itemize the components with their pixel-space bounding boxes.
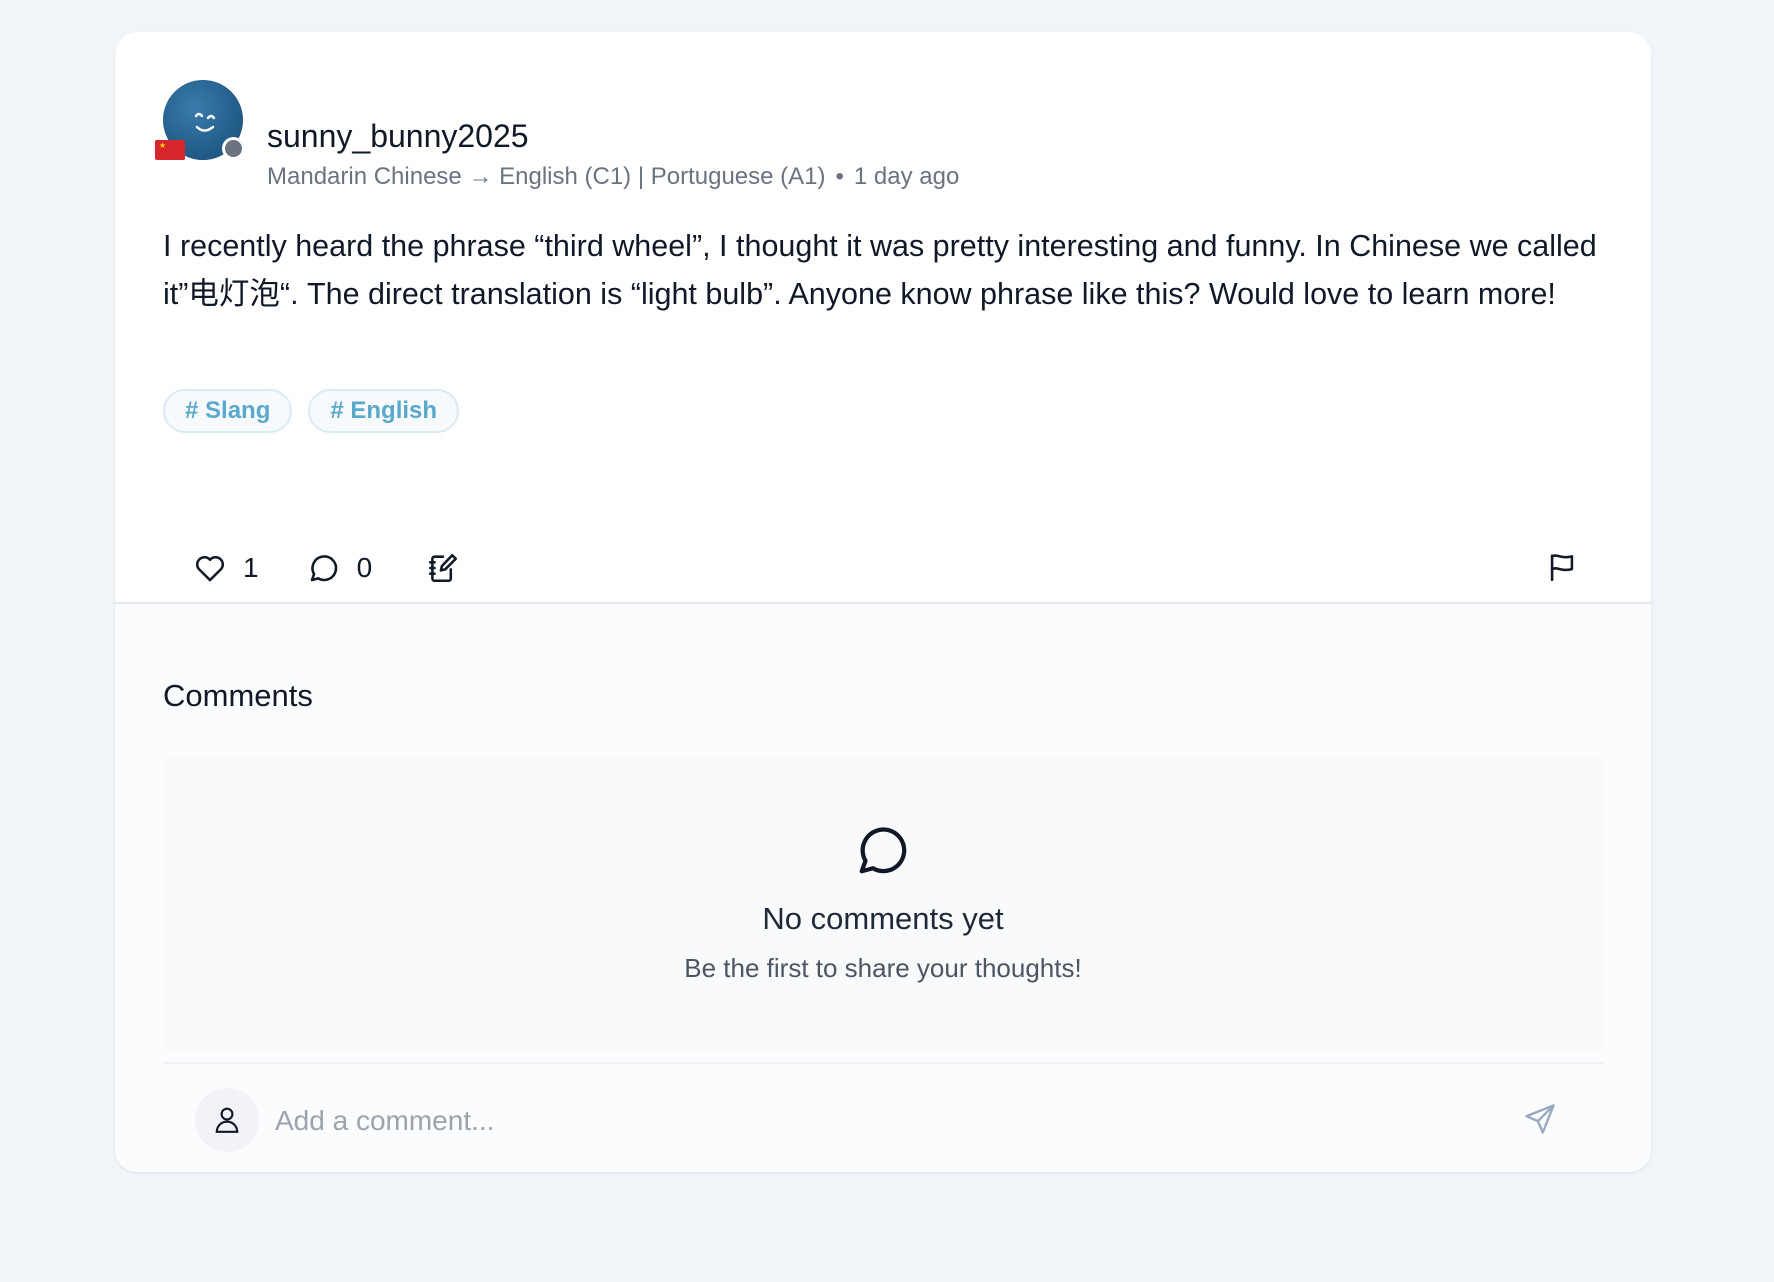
comment-bubble-icon — [859, 827, 907, 874]
comments-section: Comments No comments yet Be the first to… — [115, 602, 1651, 1172]
empty-comments-title: No comments yet — [762, 901, 1004, 936]
comment-count: 0 — [356, 552, 373, 583]
author-avatar-wrap[interactable]: ★ — [155, 80, 245, 160]
send-icon — [1525, 1104, 1555, 1134]
comment-button[interactable]: 0 — [307, 544, 373, 592]
post-card: ★ sunny_bunny2025 Mandarin Chinese → Eng… — [115, 32, 1651, 1172]
empty-comments-subtitle: Be the first to share your thoughts! — [684, 953, 1082, 983]
current-user-avatar — [195, 1088, 259, 1152]
like-button[interactable]: 1 — [193, 544, 259, 592]
language-info: Mandarin Chinese → English (C1) | Portug… — [267, 163, 826, 190]
send-button[interactable] — [1523, 1102, 1557, 1141]
post-meta: Mandarin Chinese → English (C1) | Portug… — [267, 162, 959, 192]
report-button[interactable] — [1545, 550, 1579, 589]
flag-icon — [1550, 554, 1574, 582]
online-status-dot — [222, 137, 245, 160]
user-icon — [215, 1107, 239, 1133]
heart-icon — [196, 555, 224, 582]
empty-comments-state: No comments yet Be the first to share yo… — [163, 754, 1603, 1054]
notebook-edit-icon — [429, 553, 458, 583]
tag-slang[interactable]: # Slang — [163, 389, 293, 433]
tag-english[interactable]: # English — [308, 389, 460, 433]
like-count: 1 — [243, 552, 259, 583]
post-time: 1 day ago — [853, 163, 960, 190]
tag-list: # Slang # English — [163, 389, 460, 433]
comment-bubble-icon — [310, 555, 337, 582]
comment-composer — [163, 1062, 1603, 1172]
meta-separator: • — [835, 163, 844, 190]
post-section: ★ sunny_bunny2025 Mandarin Chinese → Eng… — [115, 32, 1651, 602]
save-notebook-button[interactable] — [426, 544, 460, 592]
china-flag-icon: ★ — [155, 140, 185, 160]
author-username[interactable]: sunny_bunny2025 — [267, 116, 529, 156]
comments-title: Comments — [163, 678, 313, 713]
comment-input[interactable] — [273, 1092, 1477, 1150]
post-actions: 1 0 — [193, 544, 460, 592]
post-body: I recently heard the phrase “third wheel… — [163, 229, 1597, 311]
